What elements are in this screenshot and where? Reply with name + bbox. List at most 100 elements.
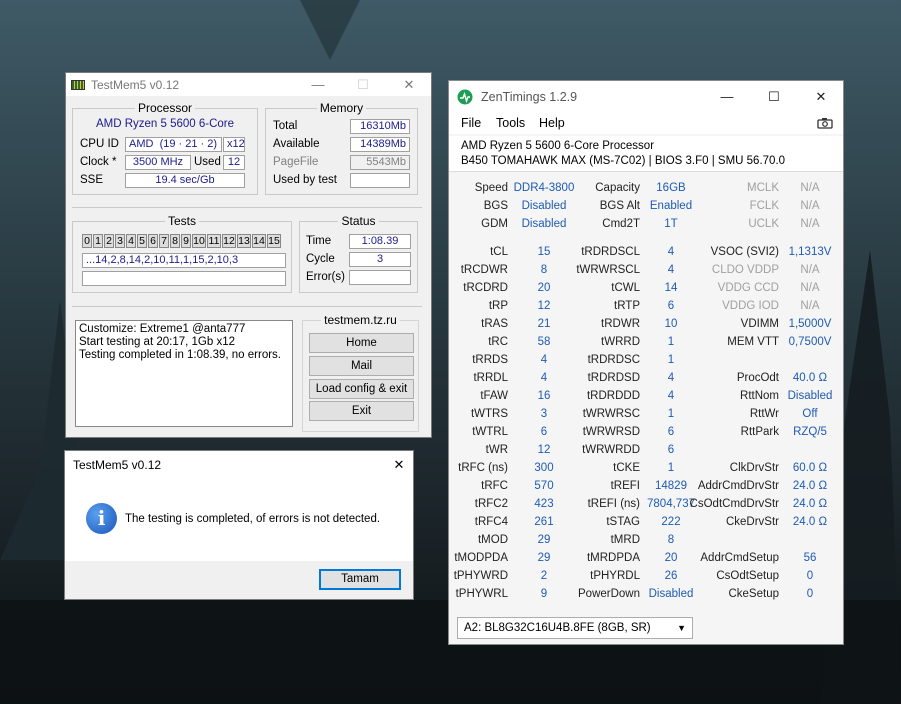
test-sequence-field: ...14,2,8,14,2,10,11,1,15,2,10,3 xyxy=(82,253,286,268)
total-label: Total xyxy=(273,120,298,132)
timing-value: 423 xyxy=(534,498,554,510)
completion-dialog: TestMem5 v0.12 ✕ i The testing is comple… xyxy=(64,450,414,600)
timing-label: tRFC (ns) xyxy=(458,462,508,474)
timing-value: 222 xyxy=(661,516,681,528)
timing-value: N/A xyxy=(800,218,820,230)
dialog-message: The testing is completed, of errors is n… xyxy=(125,513,381,525)
dialog-body: i The testing is completed, of errors is… xyxy=(65,479,413,561)
module-select-value: A2: BL8G32C16U4B.8FE (8GB, SR) xyxy=(464,622,651,634)
maximize-icon[interactable]: ☐ xyxy=(760,81,788,112)
chevron-down-icon: ▼ xyxy=(677,623,686,633)
testmem-titlebar[interactable]: TestMem5 v0.12 — ☐ ✕ xyxy=(66,73,431,96)
test-cell: 5 xyxy=(137,234,147,248)
zentimings-logo-icon xyxy=(457,89,473,104)
system-info: AMD Ryzen 5 5600 6-Core Processor B450 T… xyxy=(449,136,843,172)
timing-value: 24.0 Ω xyxy=(792,516,828,528)
load-config-exit-button[interactable]: Load config & exit xyxy=(309,379,414,399)
site-link[interactable]: testmem.tz.ru xyxy=(321,313,400,327)
timing-label: tWRRD xyxy=(601,336,640,348)
used-by-test-field xyxy=(350,173,410,188)
timing-label: MCLK xyxy=(747,182,779,194)
timing-label: Capacity xyxy=(595,182,640,194)
close-icon[interactable]: ✕ xyxy=(385,453,413,476)
timing-row: tRC 58 tWRRD 1 MEM VTT 0,7500V xyxy=(449,336,843,354)
dialog-titlebar[interactable]: TestMem5 v0.12 ✕ xyxy=(65,451,413,479)
timing-value: 261 xyxy=(534,516,554,528)
home-button[interactable]: Home xyxy=(309,333,414,353)
test-cell: 11 xyxy=(207,234,221,248)
timing-label: tWRWRSCL xyxy=(576,264,640,276)
timing-row: BGS Disabled BGS Alt Enabled FCLK N/A xyxy=(449,200,843,218)
timing-label: tPHYWRD xyxy=(453,570,508,582)
timing-value: 16GB xyxy=(656,182,686,194)
ok-button[interactable]: Tamam xyxy=(319,569,401,590)
test-cell: 9 xyxy=(181,234,191,248)
timing-value: 4 xyxy=(667,390,675,402)
timing-row: tRP 12 tRTP 6 VDDG IOD N/A xyxy=(449,300,843,318)
log-box[interactable]: Customize: Extreme1 @anta777 Start testi… xyxy=(75,320,293,427)
timing-label: tRAS xyxy=(481,318,508,330)
camera-icon[interactable] xyxy=(817,117,833,129)
total-field: 16310Mb xyxy=(350,119,410,134)
timing-label: CsOdtCmdDrvStr xyxy=(689,498,779,510)
timing-value: 14 xyxy=(664,282,678,294)
minimize-icon[interactable]: — xyxy=(713,81,741,112)
mail-button[interactable]: Mail xyxy=(309,356,414,376)
menu-tools[interactable]: Tools xyxy=(496,116,525,130)
used-label: Used xyxy=(194,156,221,168)
timing-label: ProcOdt xyxy=(736,372,779,384)
timing-label: tCWL xyxy=(611,282,640,294)
timing-label: BGS Alt xyxy=(599,200,640,212)
test-cell: 15 xyxy=(267,234,281,248)
timing-label: tRDRDSD xyxy=(587,372,640,384)
menu-file[interactable]: File xyxy=(461,116,481,130)
timing-value: N/A xyxy=(800,200,820,212)
processor-group: Processor AMD Ryzen 5 5600 6-Core CPU ID… xyxy=(72,101,258,195)
timing-row: tRFC 570 tREFI 14829 AddrCmdDrvStr 24.0 Ω xyxy=(449,480,843,498)
log-line: Testing completed in 1:08.39, no errors. xyxy=(79,349,282,361)
timing-row: GDM Disabled Cmd2T 1T UCLK N/A xyxy=(449,218,843,236)
close-icon[interactable]: ✕ xyxy=(395,73,423,96)
test-cell: 8 xyxy=(170,234,180,248)
timing-value: 24.0 Ω xyxy=(792,498,828,510)
timing-value: 26 xyxy=(664,570,678,582)
timing-label: tMODPDA xyxy=(454,552,508,564)
close-icon[interactable]: ✕ xyxy=(807,81,835,112)
minimize-icon[interactable]: — xyxy=(304,73,332,96)
timing-label: VDDG IOD xyxy=(722,300,779,312)
timing-label: AddrCmdDrvStr xyxy=(697,480,779,492)
timing-value: 0 xyxy=(806,570,814,582)
timing-label: tRDRDSCL xyxy=(581,246,640,258)
timing-label: tCKE xyxy=(613,462,640,474)
timing-value: 20 xyxy=(664,552,678,564)
zentimings-title: ZenTimings 1.2.9 xyxy=(481,89,578,104)
timing-value: 0,7500V xyxy=(788,336,832,348)
timing-row: tRAS 21 tRDWR 10 VDIMM 1,5000V xyxy=(449,318,843,336)
timing-label: tWTRL xyxy=(472,426,508,438)
errors-field xyxy=(349,270,411,285)
timing-label: CkeDrvStr xyxy=(725,516,779,528)
timing-value: 9 xyxy=(540,588,548,600)
timings-grid: Speed DDR4-3800 Capacity 16GB MCLK N/A BGS Disa… xyxy=(449,182,843,606)
timing-label: tRP xyxy=(488,300,508,312)
timing-row: tCL 15 tRDRDSCL 4 VSOC (SVI2) 1,1313V xyxy=(449,246,843,264)
timing-label: tSTAG xyxy=(606,516,640,528)
status-group: Status Time 1:08.39 Cycle 3 Error(s) xyxy=(299,214,418,293)
module-select[interactable]: A2: BL8G32C16U4B.8FE (8GB, SR) ▼ xyxy=(457,617,693,639)
timing-value: N/A xyxy=(800,264,820,276)
timing-label: VSOC (SVI2) xyxy=(710,246,779,258)
timing-value: Disabled xyxy=(521,200,567,212)
timing-value: 14829 xyxy=(655,480,687,492)
timing-value: 3 xyxy=(540,408,548,420)
test-cell: 6 xyxy=(148,234,158,248)
timing-value: 1 xyxy=(667,354,675,366)
zentimings-titlebar[interactable]: ZenTimings 1.2.9 — ☐ ✕ xyxy=(449,81,843,112)
timing-label: tMRDPDA xyxy=(586,552,640,564)
cpu-id-value: (19 · 21 · 2) xyxy=(159,138,218,150)
timing-label: tFAW xyxy=(480,390,508,402)
timing-value: 1,5000V xyxy=(788,318,832,330)
exit-button[interactable]: Exit xyxy=(309,401,414,421)
timing-value: 16 xyxy=(537,390,551,402)
menu-help[interactable]: Help xyxy=(539,116,565,130)
used-by-test-label: Used by test xyxy=(273,174,337,186)
